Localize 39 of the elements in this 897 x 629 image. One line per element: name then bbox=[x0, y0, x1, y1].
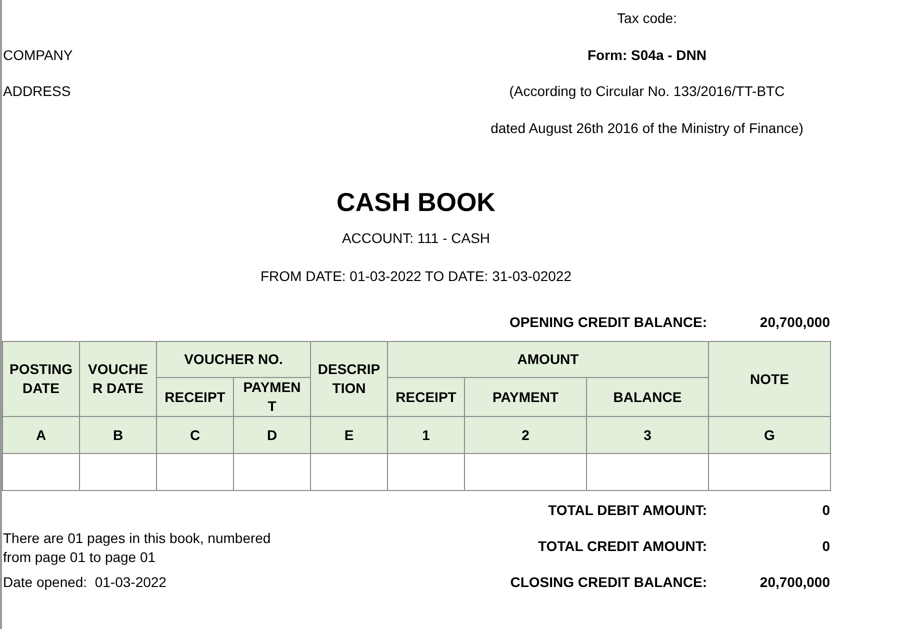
column-header: RECEIPT bbox=[156, 378, 234, 416]
column-header: DESCRIPTION bbox=[310, 342, 388, 416]
column-code: C bbox=[156, 416, 234, 454]
total-label: TOTAL DEBIT AMOUNT: bbox=[547, 502, 707, 518]
dated-text: dated August 26th 2016 of the Ministry of Finance) bbox=[490, 120, 804, 136]
total-value: 0 bbox=[821, 502, 830, 518]
column-code: 2 bbox=[464, 416, 586, 454]
column-header: BALANCE bbox=[586, 378, 708, 416]
column-header: POSTING DATE bbox=[2, 342, 80, 416]
total-label: TOTAL CREDIT AMOUNT: bbox=[536, 538, 707, 554]
column-code: E bbox=[310, 416, 388, 454]
column-code: D bbox=[234, 416, 310, 454]
balance-value: 20,700,000 bbox=[758, 314, 830, 330]
total-value: 20,700,000 bbox=[758, 574, 830, 590]
form-label: Form: S04a - DNN bbox=[586, 46, 708, 63]
total-value: 0 bbox=[821, 538, 830, 554]
column-code: 3 bbox=[586, 416, 708, 454]
address-label: ADDRESS bbox=[2, 83, 72, 100]
balance-label: OPENING CREDIT BALANCE: bbox=[508, 314, 707, 330]
column-header: NOTE bbox=[708, 342, 830, 416]
company-label: COMPANY bbox=[2, 46, 74, 63]
total-label: CLOSING CREDIT BALANCE: bbox=[509, 574, 707, 590]
period-label: FROM DATE: 01-03-2022 TO DATE: 31-03-02022 bbox=[260, 267, 572, 286]
column-header: PAYMENT bbox=[234, 378, 310, 416]
column-header: PAYMENT bbox=[464, 378, 586, 416]
column-header: VOUCHER DATE bbox=[80, 342, 156, 416]
date-opened-label: Date opened: 01-03-2022 bbox=[2, 574, 168, 590]
column-header: RECEIPT bbox=[388, 378, 464, 416]
column-code: G bbox=[708, 416, 830, 454]
column-code: A bbox=[2, 416, 80, 454]
column-group-header: AMOUNT bbox=[388, 342, 708, 378]
column-code: B bbox=[80, 416, 156, 454]
circular-text: (According to Circular No. 133/2016/TT-BTC bbox=[508, 83, 786, 100]
column-group-header: VOUCHER NO. bbox=[156, 342, 310, 378]
account-label: ACCOUNT: 111 - CASH bbox=[340, 229, 492, 248]
tax-code-label: Tax code: bbox=[616, 10, 678, 26]
column-code: 1 bbox=[388, 416, 464, 454]
book-title: CASH BOOK bbox=[336, 186, 496, 219]
pages-note: There are 01 pages in this book, numbered from page 01 to page 01 bbox=[2, 529, 272, 564]
